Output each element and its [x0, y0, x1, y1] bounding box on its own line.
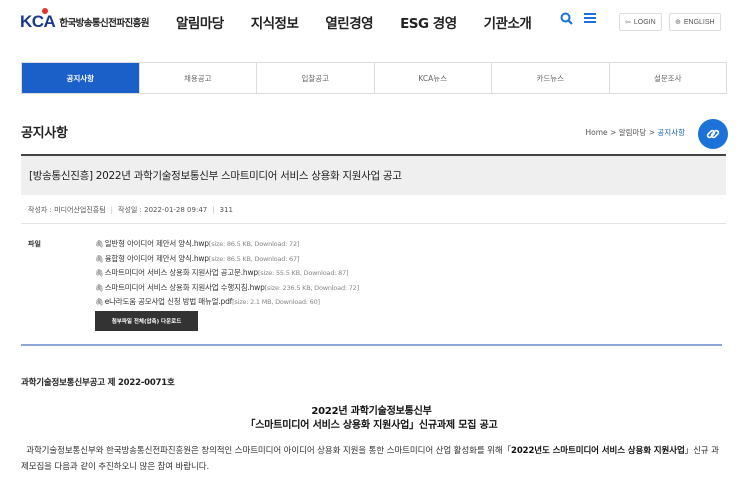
- site-logo[interactable]: KCA 한국방송통신전파진흥원: [20, 8, 149, 32]
- files-label: 파일: [28, 240, 41, 248]
- download-all-button[interactable]: 첨부파일 전체(압축) 다운로드: [95, 311, 198, 331]
- paperclip-icon: 🖇: [95, 298, 104, 306]
- notice-number: 과학기술정보통신부공고 제 2022-0071호: [21, 378, 175, 388]
- nav-item-notices[interactable]: 알림마당: [176, 12, 224, 32]
- content-paragraph: 과학기술정보통신부와 한국방송통신전파진흥원은 창의적인 스마트미디어 아이디어…: [21, 446, 719, 472]
- attachment-name[interactable]: 일반형 아이디어 제안서 양식.hwp: [105, 239, 209, 248]
- attachment-info: [size: 236.5 KB, Download: 72]: [264, 283, 359, 292]
- attachment-list: 🖇일반형 아이디어 제안서 양식.hwp[size: 86.5 KB, Down…: [95, 237, 359, 310]
- paperclip-icon: 🖇: [95, 269, 104, 277]
- site-header: KCA 한국방송통신전파진흥원 알림마당 지식정보 열린경영 ESG 경영 기관…: [0, 0, 743, 44]
- attachment-name[interactable]: 스마트미디어 서비스 상용화 지원사업 수행지침.hwp: [105, 283, 265, 292]
- content-heading-line1: 2022년 과학기술정보통신부: [311, 406, 432, 417]
- tab-card-news[interactable]: 카드뉴스: [491, 63, 609, 93]
- search-icon[interactable]: [560, 12, 573, 29]
- attachment-info: [size: 2.1 MB, Download: 60]: [232, 298, 320, 306]
- article-views: 311: [219, 206, 233, 214]
- attachment-name[interactable]: 융합형 아이디어 제안서 양식.hwp: [105, 254, 209, 263]
- article-date: 작성일 : 2022-01-28 09:47: [118, 206, 208, 214]
- breadcrumb-home[interactable]: Home: [585, 128, 607, 137]
- board-tabs: 공지사항 채용공고 입찰공고 KCA뉴스 카드뉴스 설문조사: [21, 62, 727, 94]
- logo-mark: KCA: [20, 8, 56, 32]
- attachment-item[interactable]: 🖇융합형 아이디어 제안서 양식.hwp[size: 86.5 KB, Down…: [95, 252, 359, 267]
- attachment-item[interactable]: 🖇스마트미디어 서비스 상용화 지원사업 공고문.hwp[size: 55.5 …: [95, 266, 359, 281]
- main-nav: 알림마당 지식정보 열린경영 ESG 경영 기관소개: [176, 12, 558, 32]
- nav-item-knowledge[interactable]: 지식정보: [251, 12, 299, 32]
- attachment-info: [size: 55.5 KB, Download: 87]: [257, 269, 349, 277]
- nav-item-about[interactable]: 기관소개: [484, 12, 532, 32]
- attachment-item[interactable]: 🖇e나라도움 공모사업 신청 방법 매뉴얼.pdf[size: 2.1 MB, …: [95, 295, 359, 310]
- nav-item-open-management[interactable]: 열린경영: [325, 12, 373, 32]
- article-author: 작성자 : 미디어산업진흥팀: [28, 206, 106, 214]
- breadcrumb-separator: >: [648, 128, 655, 137]
- tab-survey[interactable]: 설문조사: [608, 63, 727, 93]
- tab-recruitment[interactable]: 채용공고: [138, 63, 257, 93]
- link-icon: [706, 129, 720, 139]
- english-button[interactable]: ⊕ ENGLISH: [669, 13, 721, 31]
- attachment-info: [size: 86.5 KB, Download: 72]: [208, 240, 300, 248]
- attachment-name[interactable]: e나라도움 공모사업 신청 방법 매뉴얼.pdf: [105, 297, 233, 306]
- paperclip-icon: 🖇: [95, 283, 104, 292]
- content-divider: [21, 344, 722, 346]
- paperclip-icon: 🖇: [95, 240, 104, 248]
- attachment-info: [size: 86.5 KB, Download: 67]: [208, 254, 300, 263]
- logo-text: 한국방송통신전파진흥원: [59, 18, 149, 29]
- divider: [21, 223, 726, 224]
- login-button[interactable]: ⇦ LOGIN: [619, 13, 662, 31]
- login-icon: ⇦: [625, 19, 631, 26]
- breadcrumb-parent[interactable]: 알림마당: [619, 128, 647, 137]
- page-title: 공지사항: [21, 126, 68, 141]
- attachment-item[interactable]: 🖇스마트미디어 서비스 상용화 지원사업 수행지침.hwp[size: 236.…: [95, 281, 359, 296]
- menu-icon[interactable]: [584, 12, 596, 28]
- breadcrumb-current: 공지사항: [657, 128, 685, 137]
- breadcrumb: Home > 알림마당 > 공지사항: [585, 127, 685, 138]
- share-button[interactable]: [698, 119, 728, 149]
- globe-icon: ⊕: [675, 19, 681, 26]
- breadcrumb-separator: >: [610, 128, 617, 137]
- attachment-item[interactable]: 🖇일반형 아이디어 제안서 양식.hwp[size: 86.5 KB, Down…: [95, 237, 359, 252]
- attachment-name[interactable]: 스마트미디어 서비스 상용화 지원사업 공고문.hwp: [105, 268, 258, 277]
- article-title-bar: [방송통신진흥] 2022년 과학기술정보통신부 스마트미디어 서비스 상용화 …: [21, 154, 726, 195]
- nav-item-esg[interactable]: ESG 경영: [400, 12, 457, 32]
- tab-kca-news[interactable]: KCA뉴스: [373, 63, 492, 93]
- tab-bidding[interactable]: 입찰공고: [256, 63, 374, 93]
- content-heading-line2: 「스마트미디어 서비스 상용화 지원사업」신규과제 모집 공고: [245, 420, 498, 431]
- paperclip-icon: 🖇: [95, 254, 104, 263]
- article-title: [방송통신진흥] 2022년 과학기술정보통신부 스마트미디어 서비스 상용화 …: [29, 170, 402, 182]
- tab-notices[interactable]: 공지사항: [22, 63, 139, 93]
- article-meta: 작성자 : 미디어산업진흥팀 | 작성일 : 2022-01-28 09:47 | 31…: [28, 206, 233, 214]
